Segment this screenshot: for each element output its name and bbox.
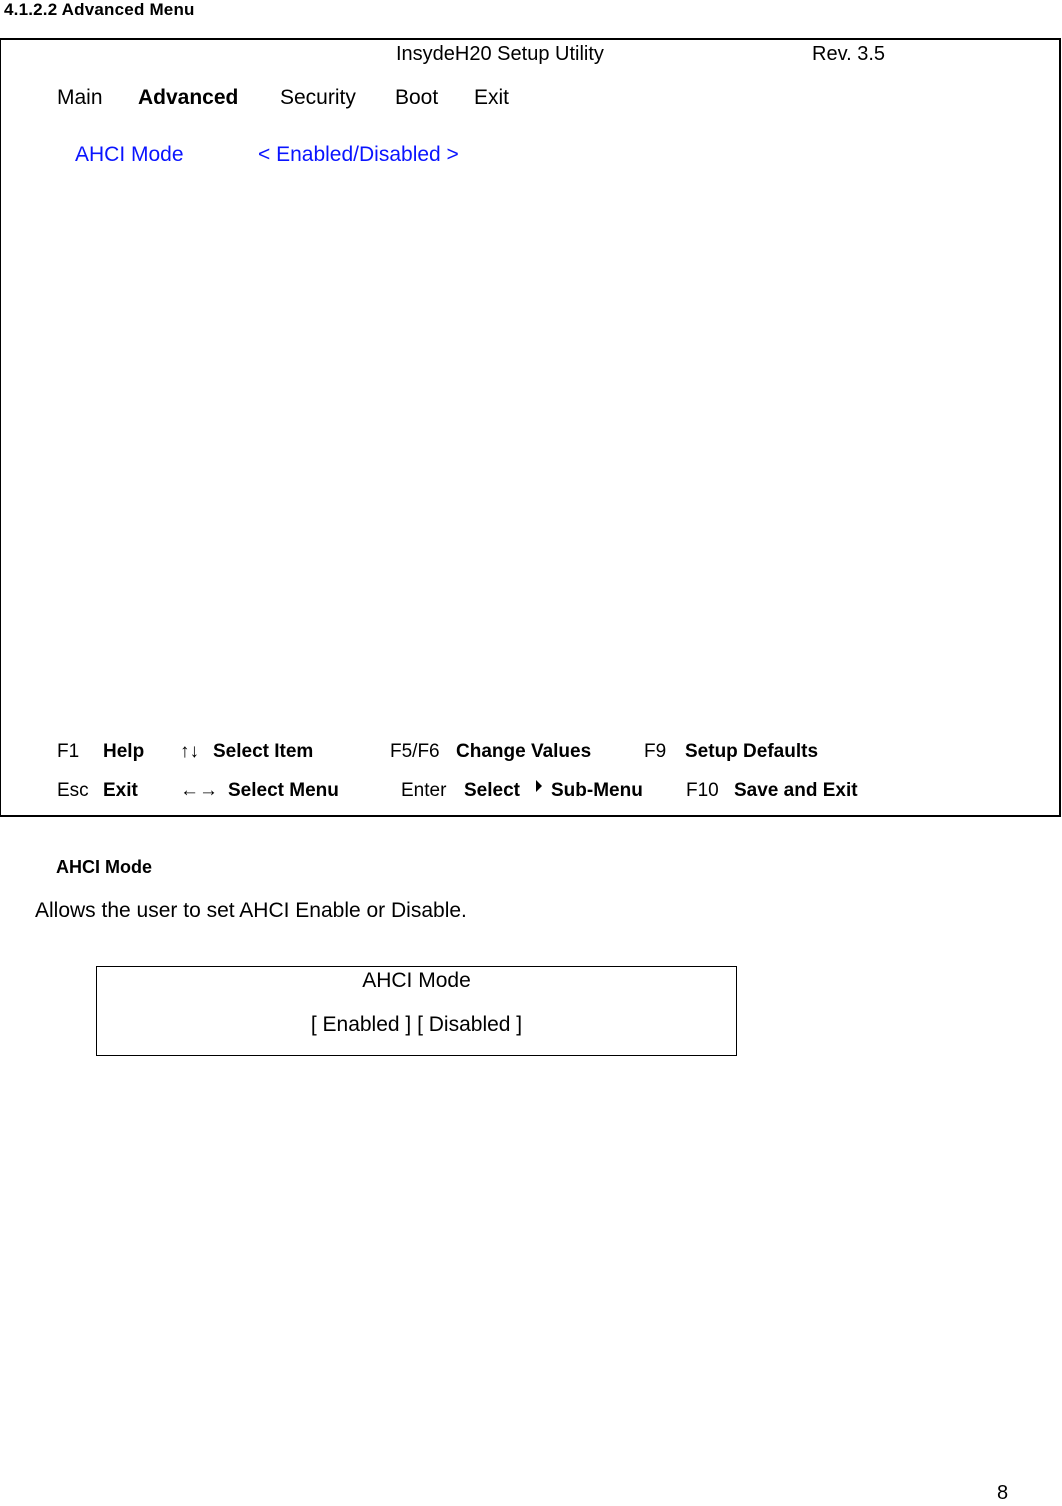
page-number: 8: [997, 1482, 1009, 1504]
up-down-arrows-icon: ↑↓: [180, 741, 199, 762]
help-action-save-and-exit: Save and Exit: [734, 780, 858, 801]
bios-revision: Rev. 3.5: [812, 43, 885, 65]
section-heading: 4.1.2.2 Advanced Menu: [4, 0, 195, 19]
help-action-select-item: Select Item: [213, 741, 314, 762]
help-key-f10: F10: [686, 780, 719, 801]
help-action-setup-defaults: Setup Defaults: [685, 741, 819, 762]
tab-advanced[interactable]: Advanced: [138, 86, 238, 110]
options-values: [ Enabled ] [ Disabled ]: [310, 1013, 523, 1036]
description-text: Allows the user to set AHCI Enable or Di…: [35, 899, 467, 922]
setting-label: AHCI Mode: [75, 143, 184, 166]
help-key-f1: F1: [57, 741, 80, 762]
tab-boot[interactable]: Boot: [395, 86, 438, 110]
help-key-f9: F9: [644, 741, 667, 762]
help-action-help: Help: [103, 741, 145, 762]
help-action-select-menu: Select Menu: [228, 780, 339, 801]
options-box: AHCI Mode [ Enabled ] [ Disabled ]: [96, 966, 737, 1056]
bios-setup-screen: InsydeH20 Setup Utility Rev. 3.5 Main Ad…: [0, 38, 1061, 817]
description-heading: AHCI Mode: [56, 857, 152, 877]
left-right-arrows-icon: ←→: [180, 780, 218, 801]
help-key-enter: Enter: [401, 780, 447, 801]
setting-value[interactable]: < Enabled/Disabled >: [258, 143, 459, 167]
help-key-f5f6: F5/F6: [390, 741, 440, 762]
help-action-sub-menu: Sub-Menu: [551, 780, 643, 801]
bios-title: InsydeH20 Setup Utility: [396, 43, 604, 65]
options-title: AHCI Mode: [362, 969, 471, 992]
tab-exit[interactable]: Exit: [474, 86, 509, 110]
tab-main[interactable]: Main: [57, 86, 103, 110]
help-action-exit: Exit: [103, 780, 138, 801]
help-action-select: Select: [464, 780, 520, 801]
help-action-change-values: Change Values: [456, 741, 592, 762]
tab-security[interactable]: Security: [280, 86, 356, 110]
help-key-esc: Esc: [57, 780, 89, 801]
